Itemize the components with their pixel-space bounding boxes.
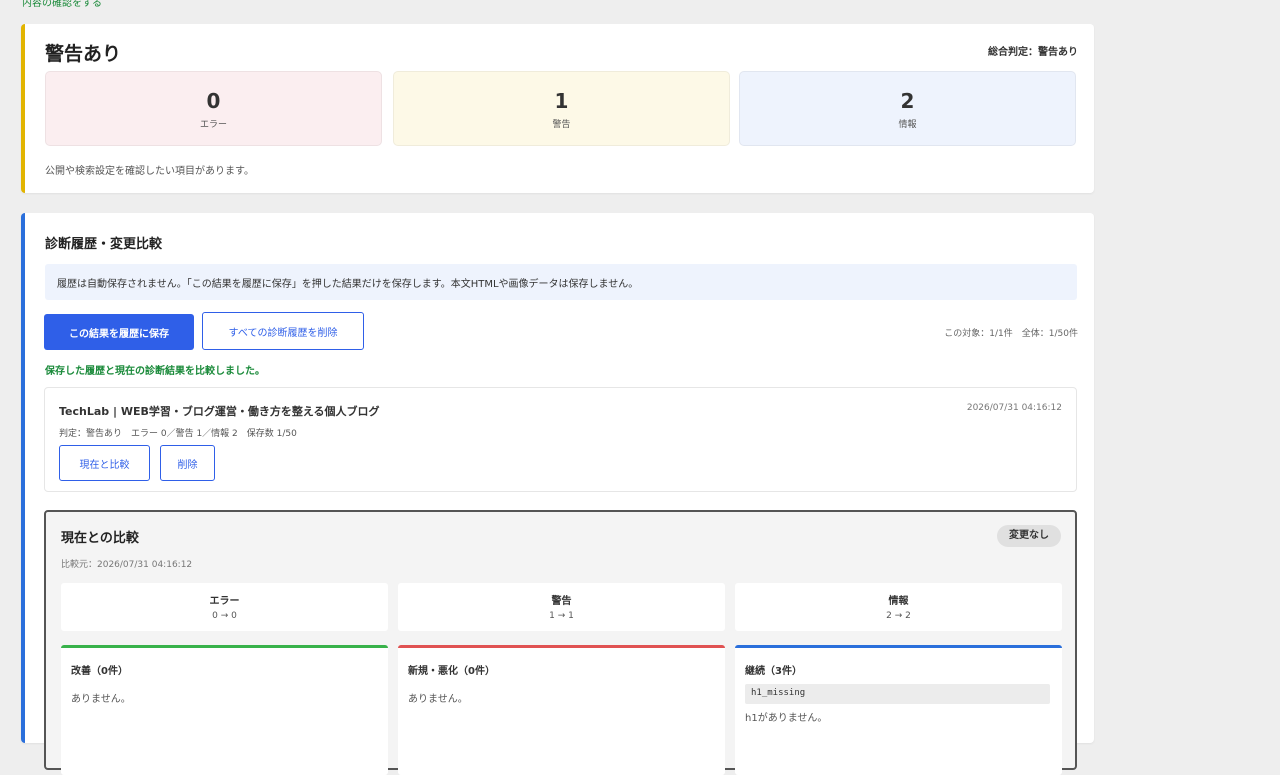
info-count: 2 xyxy=(900,89,915,113)
entry-meta: 判定：警告あり エラー 0／警告 1／情報 2 保存数 1/50 xyxy=(59,429,297,439)
comparison-panel: 現在との比較 変更なし 比較元：2026/07/31 04:16:12 エラー … xyxy=(44,510,1077,775)
comparison-source-date: 比較元：2026/07/31 04:16:12 xyxy=(61,560,193,570)
error-stat: 0 エラー xyxy=(45,71,382,146)
issue-description: h1がありません。 xyxy=(745,713,828,724)
history-card: 診断履歴・変更比較 履歴は自動保存されません。「この結果を履歴に保存」を押した結… xyxy=(21,213,1094,775)
comparison-title: 現在との比較 xyxy=(61,531,139,546)
history-title: 診断履歴・変更比較 xyxy=(45,237,163,252)
warning-stat: 1 警告 xyxy=(393,71,730,146)
comparison-error-value: 0 → 0 xyxy=(212,611,237,621)
info-label: 情報 xyxy=(898,120,917,130)
comparison-info-value: 2 → 2 xyxy=(886,611,911,621)
summary-card: 警告あり 総合判定：警告あり 0 エラー 1 警告 2 情報 公開や検索設定を確… xyxy=(21,24,1094,193)
history-entry: TechLab | WEB学習・ブログ運営・働き方を整える個人ブログ 2026/… xyxy=(44,387,1077,492)
entry-title: TechLab | WEB学習・ブログ運営・働き方を整える個人ブログ xyxy=(59,405,380,418)
summary-title: 警告あり xyxy=(45,43,122,65)
delete-all-history-button[interactable]: すべての診断履歴を削除 xyxy=(202,312,364,350)
new-worse-body: ありません。 xyxy=(408,694,468,705)
history-notice: 履歴は自動保存されません。「この結果を履歴に保存」を押した結果だけを保存します。… xyxy=(45,264,1077,300)
error-count: 0 xyxy=(206,89,221,113)
comparison-info-label: 情報 xyxy=(888,596,909,607)
warning-label: 警告 xyxy=(552,120,571,130)
compare-message: 保存した履歴と現在の診断結果を比較しました。 xyxy=(45,366,265,377)
compare-with-current-button[interactable]: 現在と比較 xyxy=(59,445,150,481)
improved-column: 改善（0件） ありません。 xyxy=(61,645,388,775)
continued-title: 継続（3件） xyxy=(745,666,802,677)
improved-title: 改善（0件） xyxy=(71,666,128,677)
comparison-warning-stat: 警告 1 → 1 xyxy=(398,583,725,631)
issue-code: h1_missing xyxy=(745,684,1050,704)
delete-entry-button[interactable]: 削除 xyxy=(160,445,215,481)
entry-date: 2026/07/31 04:16:12 xyxy=(966,403,1062,413)
history-count: この対象：1/1件 全体：1/50件 xyxy=(944,329,1078,339)
continued-column: 継続（3件） h1_missing h1がありません。 xyxy=(735,645,1062,775)
comparison-error-label: エラー xyxy=(209,596,240,607)
comparison-error-stat: エラー 0 → 0 xyxy=(61,583,388,631)
warning-count: 1 xyxy=(554,89,569,113)
improved-body: ありません。 xyxy=(71,694,131,705)
info-stat: 2 情報 xyxy=(739,71,1076,146)
comparison-warning-label: 警告 xyxy=(551,596,572,607)
status-badge: 変更なし xyxy=(997,525,1061,547)
comparison-warning-value: 1 → 1 xyxy=(549,611,574,621)
comparison-info-stat: 情報 2 → 2 xyxy=(735,583,1062,631)
new-worse-title: 新規・悪化（0件） xyxy=(408,666,495,677)
save-to-history-button[interactable]: この結果を履歴に保存 xyxy=(44,314,194,350)
error-label: エラー xyxy=(199,120,227,130)
new-worse-column: 新規・悪化（0件） ありません。 xyxy=(398,645,725,775)
summary-note: 公開や検索設定を確認したい項目があります。 xyxy=(45,166,254,177)
top-link[interactable]: 内容の確認をする xyxy=(22,0,102,9)
overall-verdict: 総合判定：警告あり xyxy=(988,47,1078,58)
